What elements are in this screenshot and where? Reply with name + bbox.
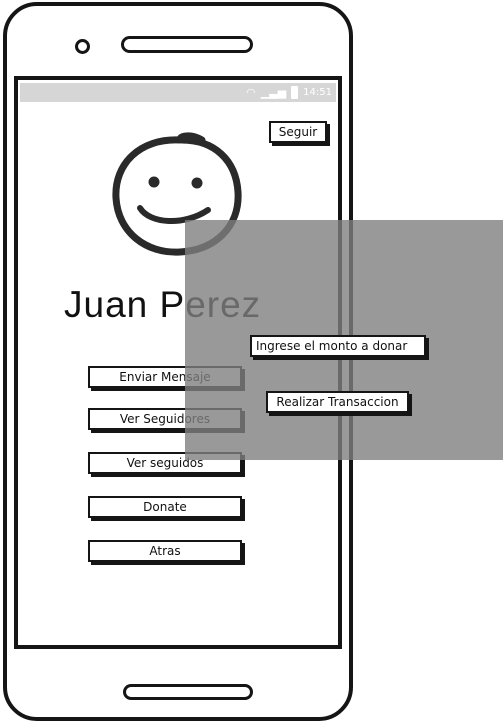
speaker-grille bbox=[121, 36, 253, 53]
follow-button[interactable]: Seguir bbox=[269, 121, 327, 143]
wifi-icon: ◠ bbox=[246, 86, 256, 99]
donate-button[interactable]: Donate bbox=[88, 496, 242, 518]
battery-icon bbox=[291, 86, 299, 99]
donation-amount-field[interactable]: Ingrese el monto a donar bbox=[250, 335, 426, 357]
make-transaction-button[interactable]: Realizar Transaccion bbox=[266, 391, 409, 413]
camera-icon bbox=[75, 39, 90, 54]
status-bar: ◠ ▁▃▅ 14:51 bbox=[20, 83, 336, 102]
back-button[interactable]: Atras bbox=[88, 540, 242, 562]
signal-icon: ▁▃▅ bbox=[260, 86, 287, 99]
status-time: 14:51 bbox=[303, 87, 332, 98]
home-button[interactable] bbox=[123, 684, 253, 700]
